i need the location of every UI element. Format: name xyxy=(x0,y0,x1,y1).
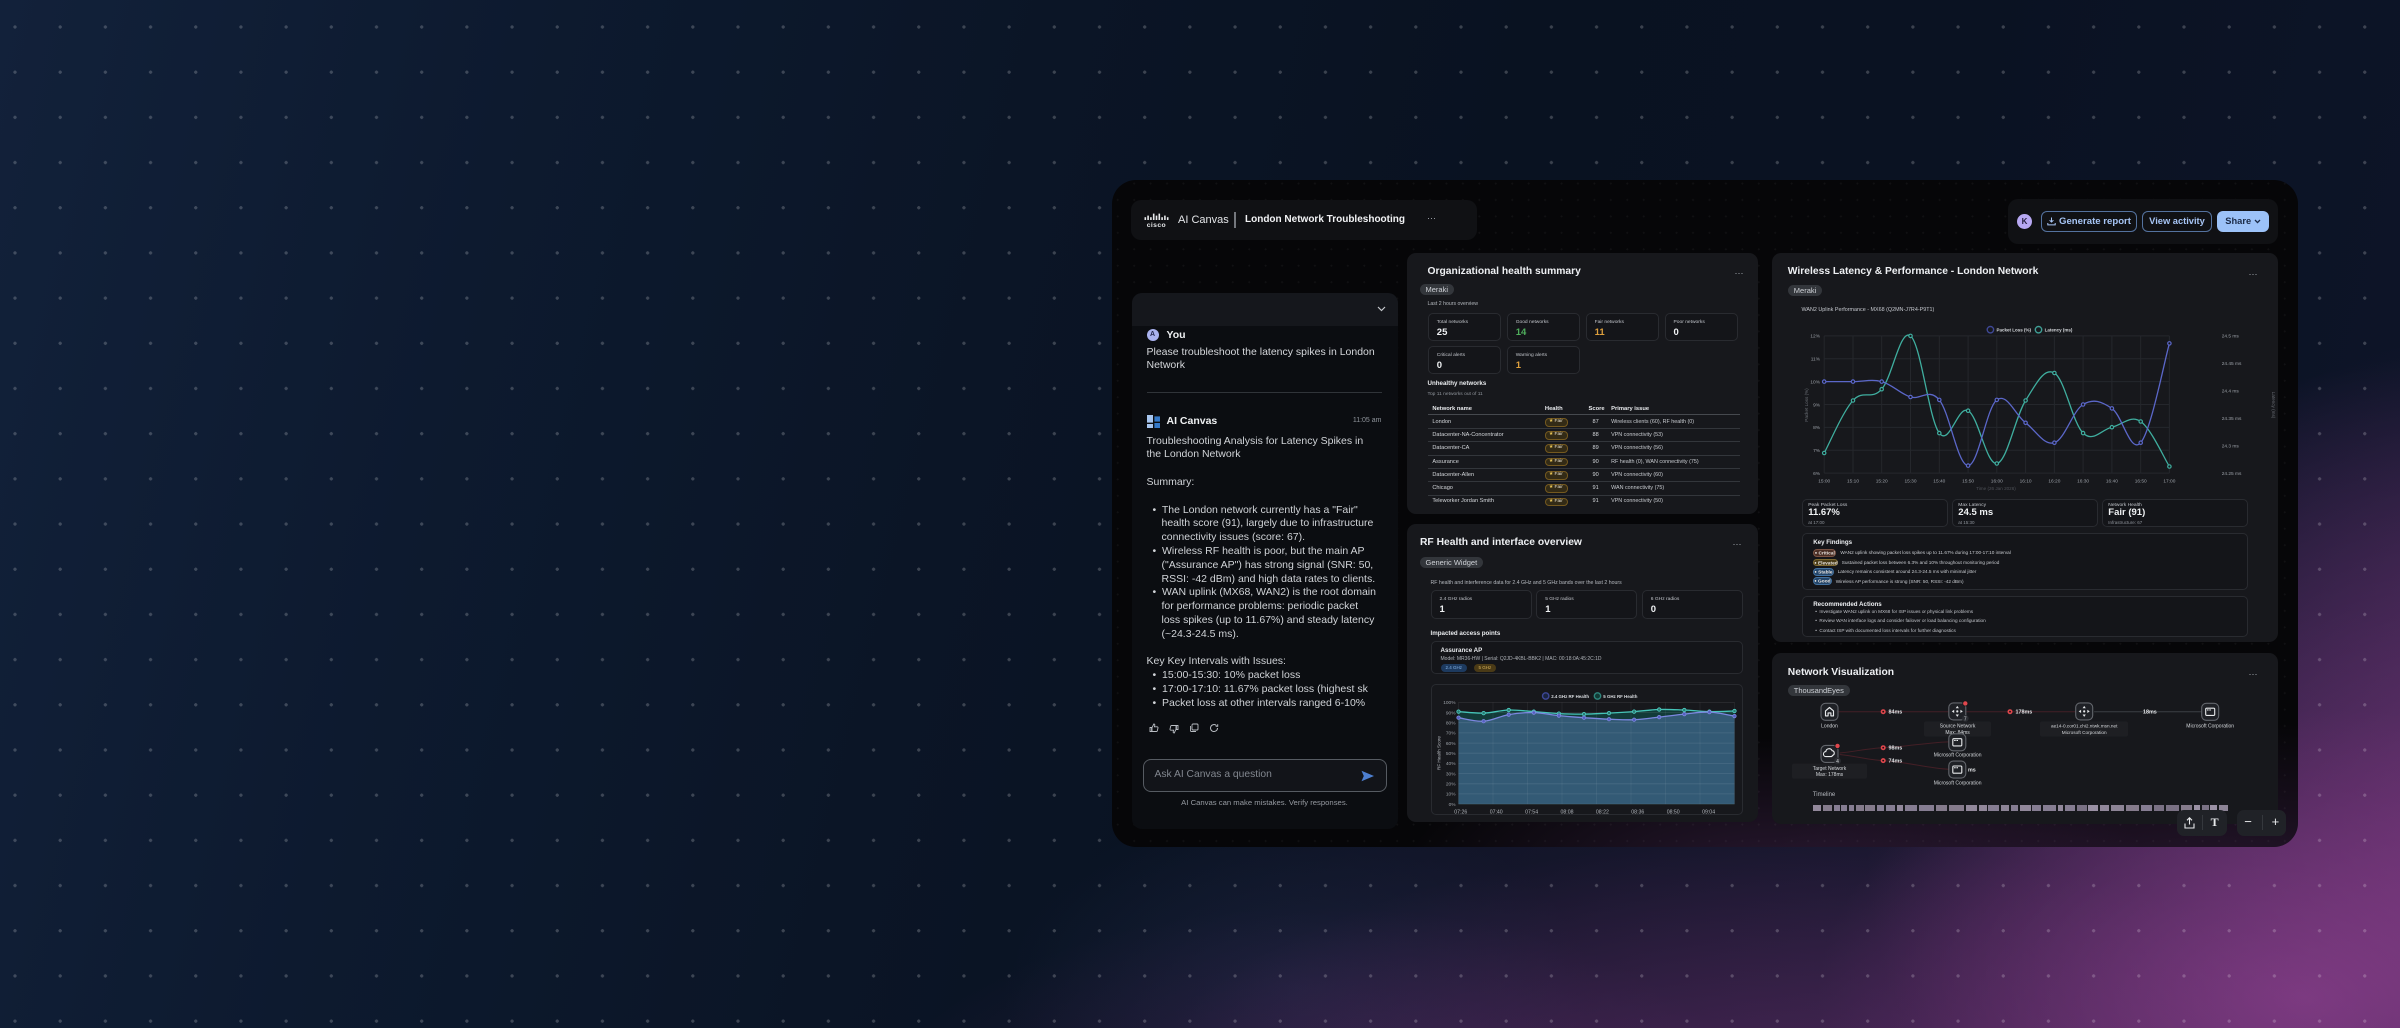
svg-text:24.45 ms: 24.45 ms xyxy=(2222,361,2242,367)
svg-text:74ms: 74ms xyxy=(1889,759,1903,765)
svg-text:15:30: 15:30 xyxy=(1904,478,1916,484)
svg-text:24.25 ms: 24.25 ms xyxy=(2222,470,2242,476)
svg-text:90%: 90% xyxy=(1445,710,1455,716)
svg-text:40%: 40% xyxy=(1445,761,1455,767)
svg-text:60%: 60% xyxy=(1445,740,1455,746)
svg-text:ae14-0.cor01.chi2.ntwk.msn.net: ae14-0.cor01.chi2.ntwk.msn.net xyxy=(2051,724,2118,729)
svg-text:24.3 ms: 24.3 ms xyxy=(2222,443,2240,449)
svg-text:08:08: 08:08 xyxy=(1560,809,1573,815)
svg-text:London: London xyxy=(1821,724,1838,730)
svg-text:16:50: 16:50 xyxy=(2135,478,2147,484)
svg-text:7%: 7% xyxy=(1813,448,1821,454)
svg-text:08:50: 08:50 xyxy=(1666,809,1679,815)
svg-text:Microsoft Corporation: Microsoft Corporation xyxy=(1934,781,1982,787)
svg-text:15:00: 15:00 xyxy=(1818,478,1830,484)
svg-text:16:30: 16:30 xyxy=(2077,478,2089,484)
svg-text:Max: 178ms: Max: 178ms xyxy=(1816,772,1844,778)
svg-text:84ms: 84ms xyxy=(1889,710,1903,716)
svg-text:5 GHz RF Health: 5 GHz RF Health xyxy=(1603,694,1637,699)
svg-text:8%: 8% xyxy=(1813,425,1821,431)
svg-text:24.35 ms: 24.35 ms xyxy=(2222,416,2242,422)
svg-text:cisco: cisco xyxy=(1147,222,1166,228)
svg-text:09:04: 09:04 xyxy=(1702,809,1715,815)
svg-text:24.5 ms: 24.5 ms xyxy=(2222,333,2240,339)
svg-text:16:20: 16:20 xyxy=(2048,478,2060,484)
svg-text:ms: ms xyxy=(1968,767,1976,773)
svg-text:Packet Loss (%): Packet Loss (%) xyxy=(1997,327,2032,332)
svg-text:20%: 20% xyxy=(1445,781,1455,787)
svg-text:70%: 70% xyxy=(1445,730,1455,736)
svg-text:24.4 ms: 24.4 ms xyxy=(2222,388,2240,394)
svg-text:Latency (ms): Latency (ms) xyxy=(2045,327,2073,332)
svg-text:16:10: 16:10 xyxy=(2020,478,2032,484)
svg-text:15:40: 15:40 xyxy=(1933,478,1945,484)
svg-text:50%: 50% xyxy=(1445,751,1455,757)
svg-text:08:36: 08:36 xyxy=(1631,809,1644,815)
svg-text:Time (26 Jan 2026): Time (26 Jan 2026) xyxy=(1976,486,2016,491)
svg-text:07:26: 07:26 xyxy=(1454,809,1467,815)
svg-text:30%: 30% xyxy=(1445,771,1455,777)
svg-text:15:10: 15:10 xyxy=(1847,478,1859,484)
svg-text:16:00: 16:00 xyxy=(1991,478,2003,484)
svg-text:10%: 10% xyxy=(1445,791,1455,797)
svg-text:Source Network: Source Network xyxy=(1940,724,1976,730)
svg-text:15:50: 15:50 xyxy=(1962,478,1974,484)
svg-text:17:00: 17:00 xyxy=(2163,478,2175,484)
svg-text:12%: 12% xyxy=(1810,333,1820,339)
svg-text:07:40: 07:40 xyxy=(1489,809,1502,815)
svg-text:100%: 100% xyxy=(1443,700,1456,706)
svg-text:4: 4 xyxy=(1836,759,1839,765)
svg-text:178ms: 178ms xyxy=(2016,710,2033,716)
svg-text:Latency (ms): Latency (ms) xyxy=(2271,391,2276,418)
svg-text:2.4 GHz RF Health: 2.4 GHz RF Health xyxy=(1551,694,1589,699)
svg-text:16:40: 16:40 xyxy=(2106,478,2118,484)
svg-text:15:20: 15:20 xyxy=(1876,478,1888,484)
svg-text:Microsoft Corporation: Microsoft Corporation xyxy=(1934,752,1982,758)
svg-text:10%: 10% xyxy=(1810,379,1820,385)
svg-text:RF Health Score: RF Health Score xyxy=(1436,735,1441,769)
svg-text:07:54: 07:54 xyxy=(1525,809,1538,815)
svg-text:98ms: 98ms xyxy=(1889,746,1903,752)
svg-text:7: 7 xyxy=(1964,717,1967,723)
svg-text:80%: 80% xyxy=(1445,720,1455,726)
svg-text:08:22: 08:22 xyxy=(1595,809,1608,815)
svg-text:Microsoft Corporation: Microsoft Corporation xyxy=(2062,730,2107,735)
svg-text:9%: 9% xyxy=(1813,402,1821,408)
svg-text:Packet Loss (%): Packet Loss (%) xyxy=(1804,387,1809,421)
svg-text:0%: 0% xyxy=(1448,801,1456,807)
svg-text:11%: 11% xyxy=(1811,356,1821,362)
svg-text:6%: 6% xyxy=(1813,470,1821,476)
svg-text:18ms: 18ms xyxy=(2143,710,2157,716)
svg-text:Microsoft Corporation: Microsoft Corporation xyxy=(2186,724,2234,730)
svg-text:Target Network: Target Network xyxy=(1813,766,1847,772)
